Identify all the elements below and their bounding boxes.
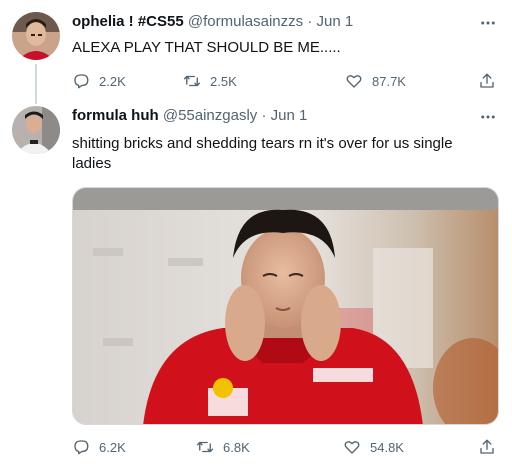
retweet-button[interactable]: 2.5K <box>183 71 237 91</box>
retweet-count: 6.8K <box>223 439 250 455</box>
like-count: 54.8K <box>370 439 404 455</box>
like-button[interactable]: 54.8K <box>343 437 404 457</box>
thread-line <box>35 64 37 104</box>
user-handle[interactable]: @55ainzgasly <box>163 107 257 124</box>
separator-dot: · <box>261 107 267 124</box>
user-handle[interactable]: @formulasainzzs <box>188 13 303 30</box>
retweet-button[interactable]: 6.8K <box>196 437 250 457</box>
retweet-icon <box>196 441 214 453</box>
share-icon <box>480 439 494 454</box>
tweet-media-image[interactable] <box>72 187 499 425</box>
driver-photo <box>73 188 498 424</box>
reply-icon <box>74 440 89 455</box>
retweet-count: 2.5K <box>210 73 237 89</box>
share-button[interactable] <box>478 437 496 457</box>
more-icon[interactable] <box>478 14 498 34</box>
display-name[interactable]: formula huh <box>72 107 159 124</box>
tweet-actions: 2.2K 2.5K 87.7K <box>72 71 500 91</box>
reply-button[interactable]: 6.2K <box>72 437 126 457</box>
share-icon <box>480 73 494 88</box>
tweet-1[interactable]: ophelia ! #CS55 @formulasainzzs · Jun 1 … <box>0 0 512 104</box>
separator-dot: · <box>307 13 313 30</box>
like-button[interactable]: 87.7K <box>345 71 406 91</box>
tweet-header: formula huh @55ainzgasly · Jun 1 <box>72 106 307 126</box>
tweet-actions: 6.2K 6.8K 54.8K <box>72 437 500 457</box>
reply-button[interactable]: 2.2K <box>72 71 126 91</box>
like-count: 87.7K <box>372 73 406 89</box>
reply-icon <box>74 74 89 89</box>
share-button[interactable] <box>478 71 496 91</box>
like-icon <box>344 441 360 454</box>
display-name[interactable]: ophelia ! #CS55 <box>72 13 184 30</box>
tweet-header: ophelia ! #CS55 @formulasainzzs · Jun 1 <box>72 12 353 32</box>
avatar-image <box>12 106 60 154</box>
retweet-icon <box>183 75 201 87</box>
tweet-date[interactable]: Jun 1 <box>271 107 308 124</box>
tweet-date[interactable]: Jun 1 <box>316 13 353 30</box>
reply-count: 2.2K <box>99 73 126 89</box>
tweet-text: shitting bricks and shedding tears rn it… <box>72 135 453 172</box>
avatar-image <box>12 12 60 60</box>
avatar-formula-huh[interactable] <box>12 106 60 154</box>
like-icon <box>346 75 362 88</box>
tweet-text: ALEXA PLAY THAT SHOULD BE ME..... <box>72 39 341 56</box>
more-icon[interactable] <box>478 108 498 128</box>
avatar-ophelia[interactable] <box>12 12 60 60</box>
reply-count: 6.2K <box>99 439 126 455</box>
